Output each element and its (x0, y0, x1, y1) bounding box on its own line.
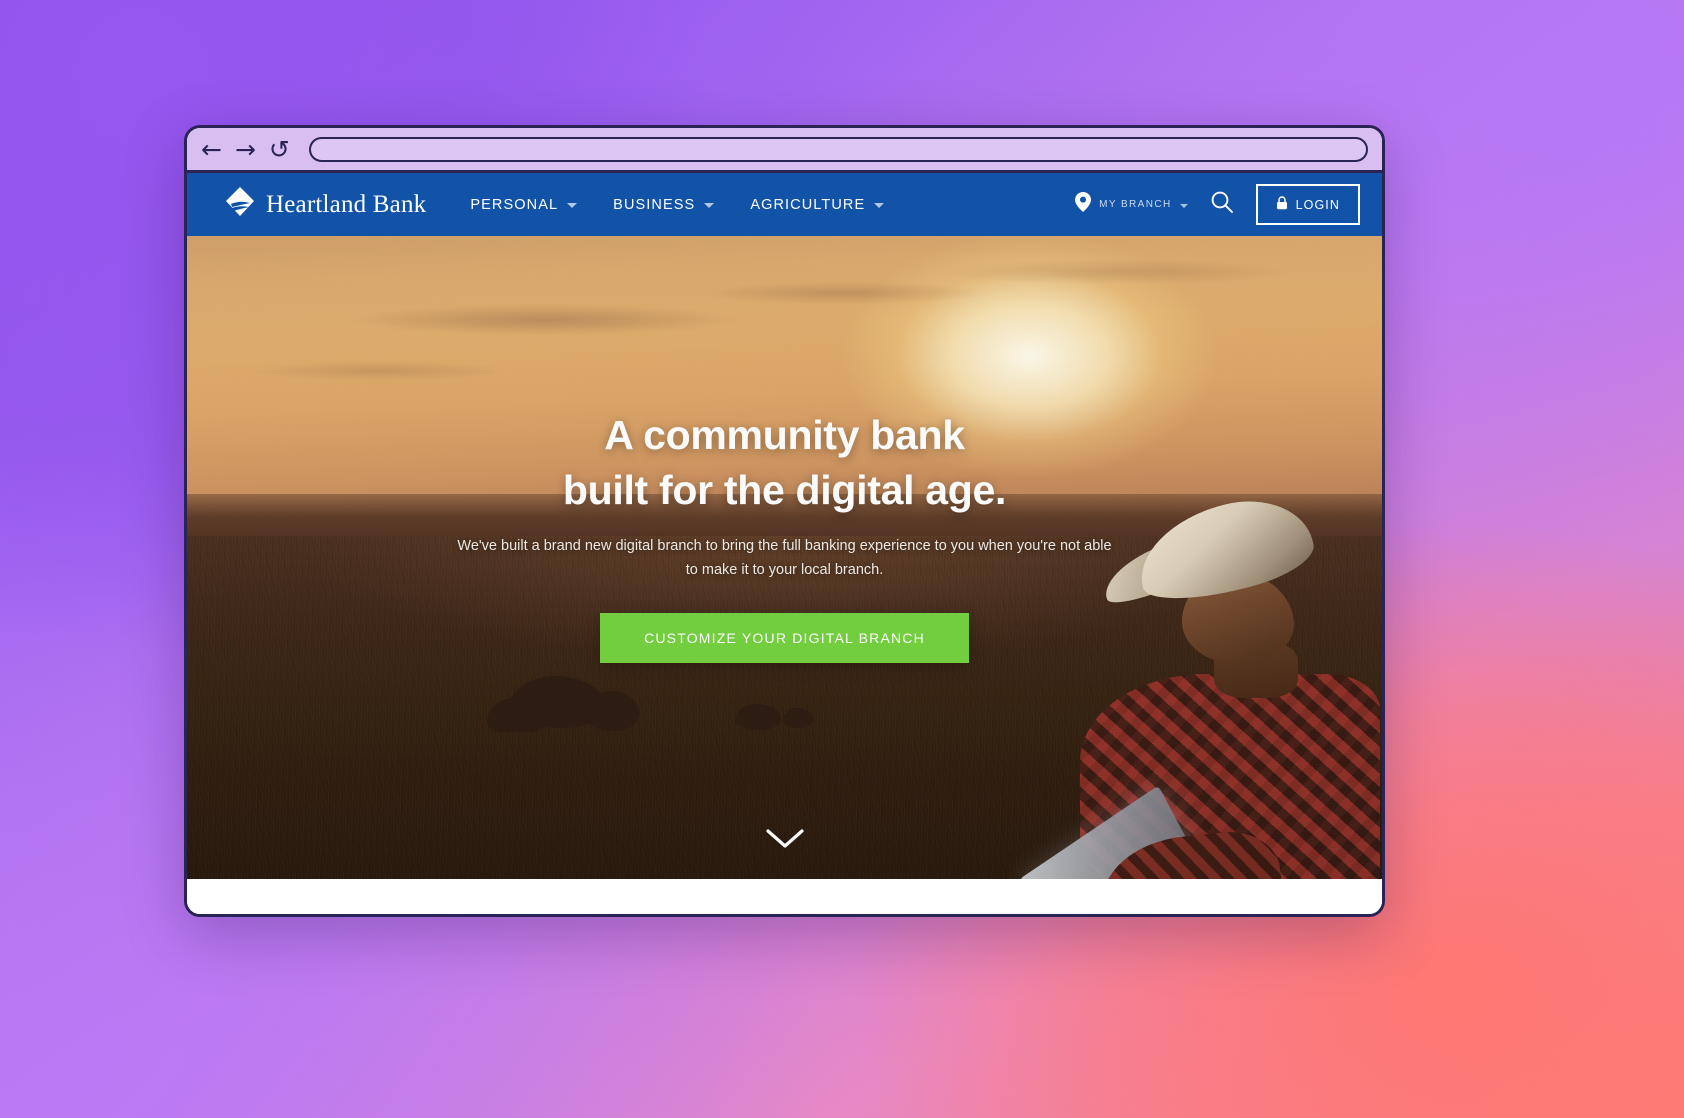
map-pin-icon (1075, 192, 1092, 217)
browser-window: ← → ↺ Heartland Bank PERSONAL BUSINESS A… (184, 125, 1385, 917)
hero-headline-line1: A community bank (604, 412, 965, 458)
hero-section: A community bank built for the digital a… (187, 236, 1382, 879)
brand-name: Heartland Bank (266, 190, 427, 218)
tree-silhouette (783, 708, 813, 728)
site-header: Heartland Bank PERSONAL BUSINESS AGRICUL… (187, 173, 1382, 236)
chevron-down-icon (1179, 203, 1188, 208)
chevron-down-icon (704, 203, 715, 208)
browser-toolbar: ← → ↺ (187, 128, 1382, 173)
nav-item-label: AGRICULTURE (750, 196, 866, 213)
tree-silhouette (585, 691, 639, 731)
arrow-left-icon[interactable]: ← (201, 137, 222, 162)
page-viewport: Heartland Bank PERSONAL BUSINESS AGRICUL… (187, 173, 1382, 914)
scroll-down-button[interactable] (765, 828, 805, 855)
header-right-actions: MY BRANCH LOGIN (1075, 184, 1360, 225)
brand-logo[interactable]: Heartland Bank (223, 185, 426, 224)
chevron-down-icon (874, 203, 885, 208)
reload-icon[interactable]: ↺ (269, 137, 290, 162)
arrow-right-icon[interactable]: → (235, 137, 256, 162)
chevron-down-icon (765, 829, 805, 854)
nav-item-label: PERSONAL (470, 196, 559, 213)
nav-item-business[interactable]: BUSINESS (613, 196, 715, 213)
lock-icon (1276, 196, 1288, 213)
nav-item-personal[interactable]: PERSONAL (470, 196, 578, 213)
hero-copy: A community bank built for the digital a… (187, 408, 1382, 663)
search-button[interactable] (1210, 190, 1234, 219)
main-nav: PERSONAL BUSINESS AGRICULTURE (470, 196, 885, 213)
customize-digital-branch-button[interactable]: CUSTOMIZE YOUR DIGITAL BRANCH (600, 613, 969, 663)
my-branch-label: MY BRANCH (1099, 199, 1172, 210)
hero-headline: A community bank built for the digital a… (247, 408, 1322, 517)
tree-silhouette (735, 704, 781, 730)
login-button[interactable]: LOGIN (1255, 184, 1360, 225)
hero-headline-line2: built for the digital age. (562, 466, 1007, 513)
nav-item-agriculture[interactable]: AGRICULTURE (750, 196, 885, 213)
heartland-diamond-logo-icon (223, 185, 257, 224)
my-branch-selector[interactable]: MY BRANCH (1075, 192, 1188, 217)
chevron-down-icon (567, 203, 578, 208)
address-bar[interactable] (308, 136, 1368, 162)
search-icon (1210, 190, 1234, 219)
login-button-label: LOGIN (1295, 197, 1340, 212)
page-bottom-strip (187, 879, 1382, 914)
hero-subtext: We've built a brand new digital branch t… (457, 538, 1112, 578)
nav-item-label: BUSINESS (613, 196, 696, 213)
